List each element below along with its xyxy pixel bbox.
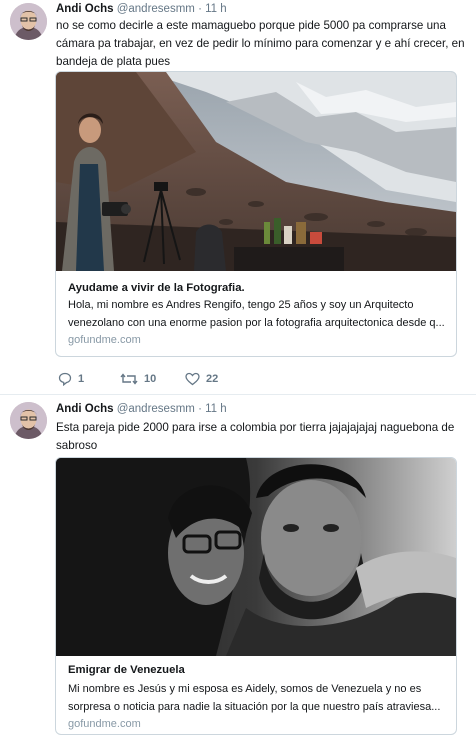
like-count: 22 [206,373,219,385]
user-handle[interactable]: @andresesmm [117,403,195,415]
reply-count: 1 [78,373,85,385]
card-image [56,72,456,271]
reply-icon [58,372,72,386]
tweet-text: no se como decirle a este mamaguebo porq… [56,19,465,68]
reply-button[interactable]: 1 [58,372,84,386]
card-description: Mi nombre es Jesús y mi esposa es Aidely… [68,683,441,713]
display-name[interactable]: Andi Ochs [56,403,114,415]
like-icon [185,372,200,386]
link-card[interactable]: Ayudame a vivir de la Fotografia. Hola, … [55,71,457,357]
avatar[interactable] [10,3,47,40]
tweet[interactable]: Andi Ochs @andresesmm · 11 h Esta pareja… [0,394,476,741]
tweet-header: Andi Ochs @andresesmm · 11 h [56,3,227,15]
card-domain: gofundme.com [68,718,141,730]
link-card[interactable]: Emigrar de Venezuela Mi nombre es Jesús … [55,457,457,735]
avatar[interactable] [10,402,47,439]
timestamp[interactable]: 11 h [205,3,227,15]
display-name[interactable]: Andi Ochs [56,3,114,15]
separator: · [198,403,202,415]
separator: · [198,3,202,15]
card-title[interactable]: Ayudame a vivir de la Fotografia. [68,282,245,294]
retweet-button[interactable]: 10 [120,372,156,386]
tweet-text: Esta pareja pide 2000 para irse a colomb… [56,421,455,452]
tweet-header: Andi Ochs @andresesmm · 11 h [56,403,227,415]
card-image [56,458,456,656]
card-title[interactable]: Emigrar de Venezuela [68,664,185,676]
card-domain: gofundme.com [68,334,141,346]
tweet[interactable]: Andi Ochs @andresesmm · 11 h no se como … [0,0,476,394]
like-button[interactable]: 22 [185,372,218,386]
retweet-count: 10 [144,373,157,385]
retweet-icon [120,372,138,386]
timestamp[interactable]: 11 h [205,403,227,415]
card-description: Hola, mi nombre es Andres Rengifo, tengo… [68,299,445,329]
user-handle[interactable]: @andresesmm [117,3,195,15]
